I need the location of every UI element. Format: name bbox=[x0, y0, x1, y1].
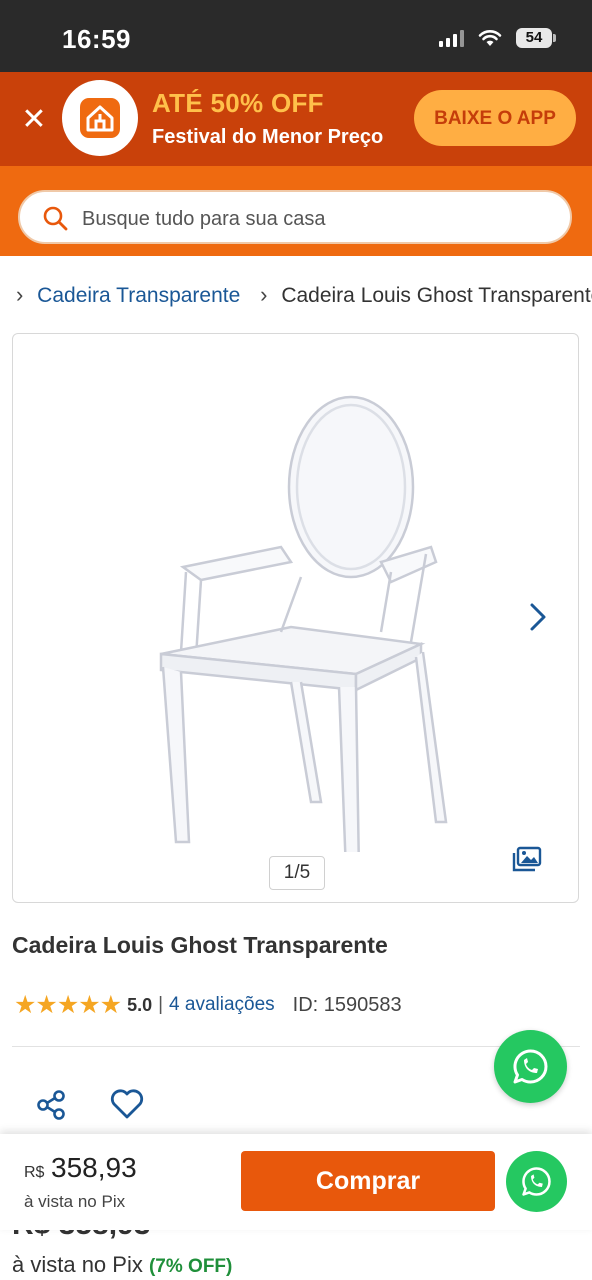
search-input[interactable] bbox=[80, 200, 564, 238]
product-title: Cadeira Louis Ghost Transparente bbox=[12, 932, 388, 958]
rating-row: ★★★★★ 5.0 | 4 avaliações ID: 1590583 bbox=[14, 990, 402, 1020]
download-app-button[interactable]: BAIXE O APP bbox=[414, 90, 576, 146]
status-time: 16:59 bbox=[62, 24, 131, 54]
whatsapp-button[interactable] bbox=[506, 1151, 567, 1212]
whatsapp-icon bbox=[522, 1167, 551, 1196]
bar-price: 358,93 bbox=[51, 1152, 137, 1183]
whatsapp-float-button[interactable] bbox=[494, 1030, 567, 1103]
search-icon bbox=[43, 206, 68, 231]
chevron-right-icon: › bbox=[16, 282, 24, 307]
rating-separator: | bbox=[158, 994, 164, 1015]
bar-payment-note: à vista no Pix bbox=[24, 1192, 126, 1211]
gallery-view-icon[interactable] bbox=[512, 846, 542, 872]
product-id: ID: 1590583 bbox=[292, 993, 402, 1016]
product-image bbox=[159, 395, 448, 852]
buy-button[interactable]: Comprar bbox=[241, 1151, 495, 1211]
divider bbox=[12, 1046, 580, 1047]
app-logo bbox=[62, 80, 138, 156]
reviews-link[interactable]: 4 avaliações bbox=[169, 994, 275, 1016]
product-gallery[interactable]: 1/5 bbox=[12, 333, 579, 903]
status-bar: 16:59 54 bbox=[0, 0, 592, 72]
gallery-pager: 1/5 bbox=[269, 856, 325, 890]
star-rating-icon: ★★★★★ bbox=[14, 991, 122, 1019]
promo-subtitle: Festival do Menor Preço bbox=[152, 126, 384, 148]
bar-currency: R$ bbox=[24, 1164, 45, 1181]
price-payment-note: à vista no Pix (7% OFF) bbox=[12, 1252, 232, 1278]
heart-icon[interactable] bbox=[110, 1088, 144, 1120]
house-logo-icon bbox=[80, 98, 120, 138]
close-icon[interactable]: ✕ bbox=[20, 105, 48, 135]
breadcrumb: › Cadeira Transparente › Cadeira Louis G… bbox=[16, 282, 592, 312]
share-icon[interactable] bbox=[36, 1090, 66, 1120]
sticky-buy-bar: R$ 358,93 à vista no Pix Comprar bbox=[0, 1134, 592, 1230]
promo-title: ATÉ 50% OFF bbox=[152, 88, 324, 118]
breadcrumb-link-category[interactable]: Cadeira Transparente bbox=[37, 284, 240, 307]
search-band bbox=[0, 166, 592, 256]
signal-icon bbox=[439, 29, 464, 47]
chevron-right-icon: › bbox=[260, 282, 268, 307]
promo-banner: ✕ ATÉ 50% OFF Festival do Menor Preço BA… bbox=[0, 72, 592, 166]
status-icons: 54 bbox=[439, 28, 556, 48]
chevron-right-icon[interactable] bbox=[528, 602, 548, 632]
payment-method-text: à vista no Pix bbox=[12, 1252, 143, 1277]
search-box[interactable] bbox=[18, 190, 572, 244]
whatsapp-icon bbox=[513, 1049, 548, 1084]
wifi-icon bbox=[478, 30, 502, 46]
battery-indicator: 54 bbox=[516, 28, 556, 48]
breadcrumb-current: Cadeira Louis Ghost Transparente bbox=[281, 284, 592, 307]
rating-score: 5.0 bbox=[127, 994, 153, 1015]
discount-badge: (7% OFF) bbox=[148, 1256, 233, 1277]
